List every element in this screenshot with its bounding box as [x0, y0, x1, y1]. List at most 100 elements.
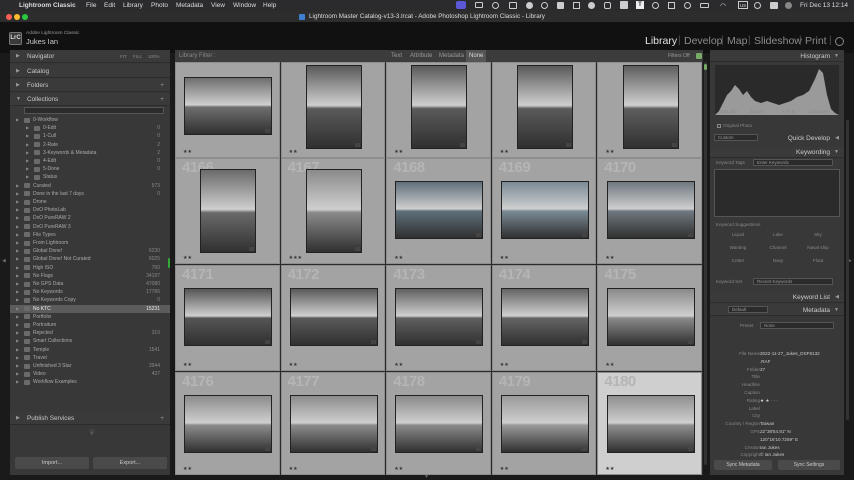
- edit-badge-icon[interactable]: [671, 143, 677, 147]
- photo-thumbnail[interactable]: [305, 65, 362, 149]
- grid-cell[interactable]: 4169 ★★: [491, 158, 597, 264]
- collection-row[interactable]: ▶ DxO PureRAW 2: [10, 214, 170, 222]
- collection-row[interactable]: ▶ Status: [10, 173, 170, 181]
- photo-thumbnail[interactable]: [606, 288, 695, 346]
- metadata-row[interactable]: Title: [710, 373, 844, 381]
- rating-stars[interactable]: ★★: [605, 466, 614, 472]
- grid-scrollbar-track[interactable]: [704, 62, 707, 465]
- grid-cell[interactable]: ★★: [597, 62, 702, 158]
- collection-row[interactable]: ▶ 4-Edit 0: [10, 157, 170, 165]
- edit-badge-icon[interactable]: [476, 447, 482, 451]
- folders-header[interactable]: ▶ Folders +: [10, 79, 170, 92]
- menu-library[interactable]: Library: [123, 0, 143, 11]
- keyword-suggestion[interactable]: Channel: [760, 245, 796, 250]
- catalog-header[interactable]: ▶ Catalog: [10, 65, 170, 78]
- filter-metadata[interactable]: Metadata: [439, 50, 464, 62]
- grid-cell[interactable]: 4173 ★★: [386, 265, 491, 371]
- grid-icon[interactable]: [573, 2, 580, 9]
- collection-row[interactable]: ▶ No Keywords Copy 0: [10, 296, 170, 304]
- expand-icon[interactable]: ▶: [16, 214, 19, 222]
- edit-badge-icon[interactable]: [354, 143, 360, 147]
- expand-icon[interactable]: ▶: [16, 329, 19, 337]
- collection-row[interactable]: ▶ Curated 573: [10, 182, 170, 190]
- menu-edit[interactable]: Edit: [104, 0, 115, 11]
- metadata-row[interactable]: City: [710, 412, 844, 420]
- histogram-graph[interactable]: [715, 65, 839, 115]
- collection-row[interactable]: ▶ Done in the last 7 days 0: [10, 190, 170, 198]
- module-map[interactable]: Map: [727, 35, 747, 47]
- expand-icon[interactable]: ▶: [16, 280, 19, 288]
- rating-stars[interactable]: ★★: [500, 255, 509, 261]
- photo-thumbnail[interactable]: [395, 395, 484, 453]
- grid-cell[interactable]: 4174 ★★: [491, 265, 597, 371]
- collection-row[interactable]: ▶ No Flags 34197: [10, 272, 170, 280]
- collection-row[interactable]: ▶ Global Done! Not Curated 6025: [10, 255, 170, 263]
- edit-badge-icon[interactable]: [687, 447, 693, 451]
- photo-thumbnail[interactable]: [289, 395, 378, 453]
- grid-cell[interactable]: 4171 ★★: [175, 265, 280, 371]
- collection-row[interactable]: ▶ Rejected 310: [10, 329, 170, 337]
- export-button[interactable]: Export...: [93, 457, 167, 469]
- publish-services-header[interactable]: ▶ Publish Services +: [10, 412, 170, 425]
- metadata-row[interactable]: .RAF: [710, 358, 844, 366]
- nav-zoom-fit[interactable]: FIT: [120, 50, 127, 63]
- grid-cell[interactable]: 4180 ★★: [597, 372, 702, 475]
- import-button[interactable]: Import...: [15, 457, 89, 469]
- text-tool-icon[interactable]: T: [636, 1, 644, 9]
- collection-row[interactable]: ▶ File Types: [10, 231, 170, 239]
- grid-cell[interactable]: 4168 ★★: [386, 158, 491, 264]
- rating-stars[interactable]: ★★: [394, 149, 403, 155]
- filter-lock-icon[interactable]: [696, 53, 702, 59]
- edit-badge-icon[interactable]: [265, 340, 271, 344]
- expand-icon[interactable]: ▶: [16, 264, 19, 272]
- module-library[interactable]: Library: [645, 35, 677, 47]
- camera-icon[interactable]: [475, 2, 483, 8]
- keywording-header[interactable]: Keywording ▼: [710, 147, 844, 158]
- metadata-row[interactable]: Country / Region Taiwan: [710, 420, 844, 428]
- collection-row[interactable]: ▶ Video 437: [10, 370, 170, 378]
- minimize-icon[interactable]: [14, 14, 20, 20]
- keyword-suggestion[interactable]: Lake: [760, 232, 796, 237]
- focus-icon[interactable]: [541, 2, 548, 9]
- collection-row[interactable]: ▶ 3-Keywords & Metadata 2: [10, 149, 170, 157]
- expand-icon[interactable]: ▶: [16, 255, 19, 263]
- edit-badge-icon[interactable]: [370, 447, 376, 451]
- menu-help[interactable]: Help: [263, 0, 276, 11]
- collection-row[interactable]: ▶ Portraiture: [10, 321, 170, 329]
- metadata-row[interactable]: Copyright © Ian Jukes: [710, 451, 844, 459]
- rating-stars[interactable]: ★★: [289, 466, 298, 472]
- keyword-list-header[interactable]: Keyword List ◀: [710, 292, 844, 303]
- edit-badge-icon[interactable]: [265, 129, 271, 133]
- grid-scrollbar-thumb[interactable]: [704, 64, 707, 70]
- menu-photo[interactable]: Photo: [151, 0, 168, 11]
- grid-cell[interactable]: 4166 ★★: [175, 158, 280, 264]
- expand-icon[interactable]: ▶: [16, 362, 19, 370]
- nav-zoom-fill[interactable]: FILL: [133, 50, 142, 63]
- expand-icon[interactable]: ▶: [16, 116, 19, 124]
- edit-badge-icon[interactable]: [476, 340, 482, 344]
- edit-badge-icon[interactable]: [265, 447, 271, 451]
- rating-stars[interactable]: ★★: [500, 466, 509, 472]
- photo-thumbnail[interactable]: [305, 169, 362, 253]
- photo-thumbnail[interactable]: [411, 65, 468, 149]
- rating-stars[interactable]: ★★: [394, 255, 403, 261]
- sync-metadata-button[interactable]: Sync Metadata: [714, 460, 772, 470]
- collection-row[interactable]: ▶ Temple 1541: [10, 346, 170, 354]
- keyword-tags-area[interactable]: [714, 169, 840, 217]
- collection-row[interactable]: ▶ No Keywords 17786: [10, 288, 170, 296]
- metadata-value[interactable]: 2022-11-27_Jukes_DSF8132: [760, 350, 820, 358]
- rating-stars[interactable]: ★★★: [289, 255, 302, 261]
- sync-settings-button[interactable]: Sync Settings: [778, 460, 840, 470]
- rating-stars[interactable]: ★★: [605, 255, 614, 261]
- expand-icon[interactable]: ▶: [26, 157, 29, 165]
- photo-thumbnail[interactable]: [517, 65, 574, 149]
- control-center-icon[interactable]: [770, 2, 778, 9]
- keyword-set-dropdown[interactable]: Recent Keywords: [753, 278, 833, 285]
- collection-row[interactable]: ▶ DxO PureRAW 3: [10, 223, 170, 231]
- expand-icon[interactable]: ▶: [26, 149, 29, 157]
- edit-badge-icon[interactable]: [476, 233, 482, 237]
- menubar-clock[interactable]: Fri Dec 13 12:14: [800, 0, 848, 11]
- close-icon[interactable]: [6, 14, 12, 20]
- collection-row[interactable]: ▶ No GPS Data 47080: [10, 280, 170, 288]
- metadata-value[interactable]: © Ian Jukes: [760, 451, 784, 459]
